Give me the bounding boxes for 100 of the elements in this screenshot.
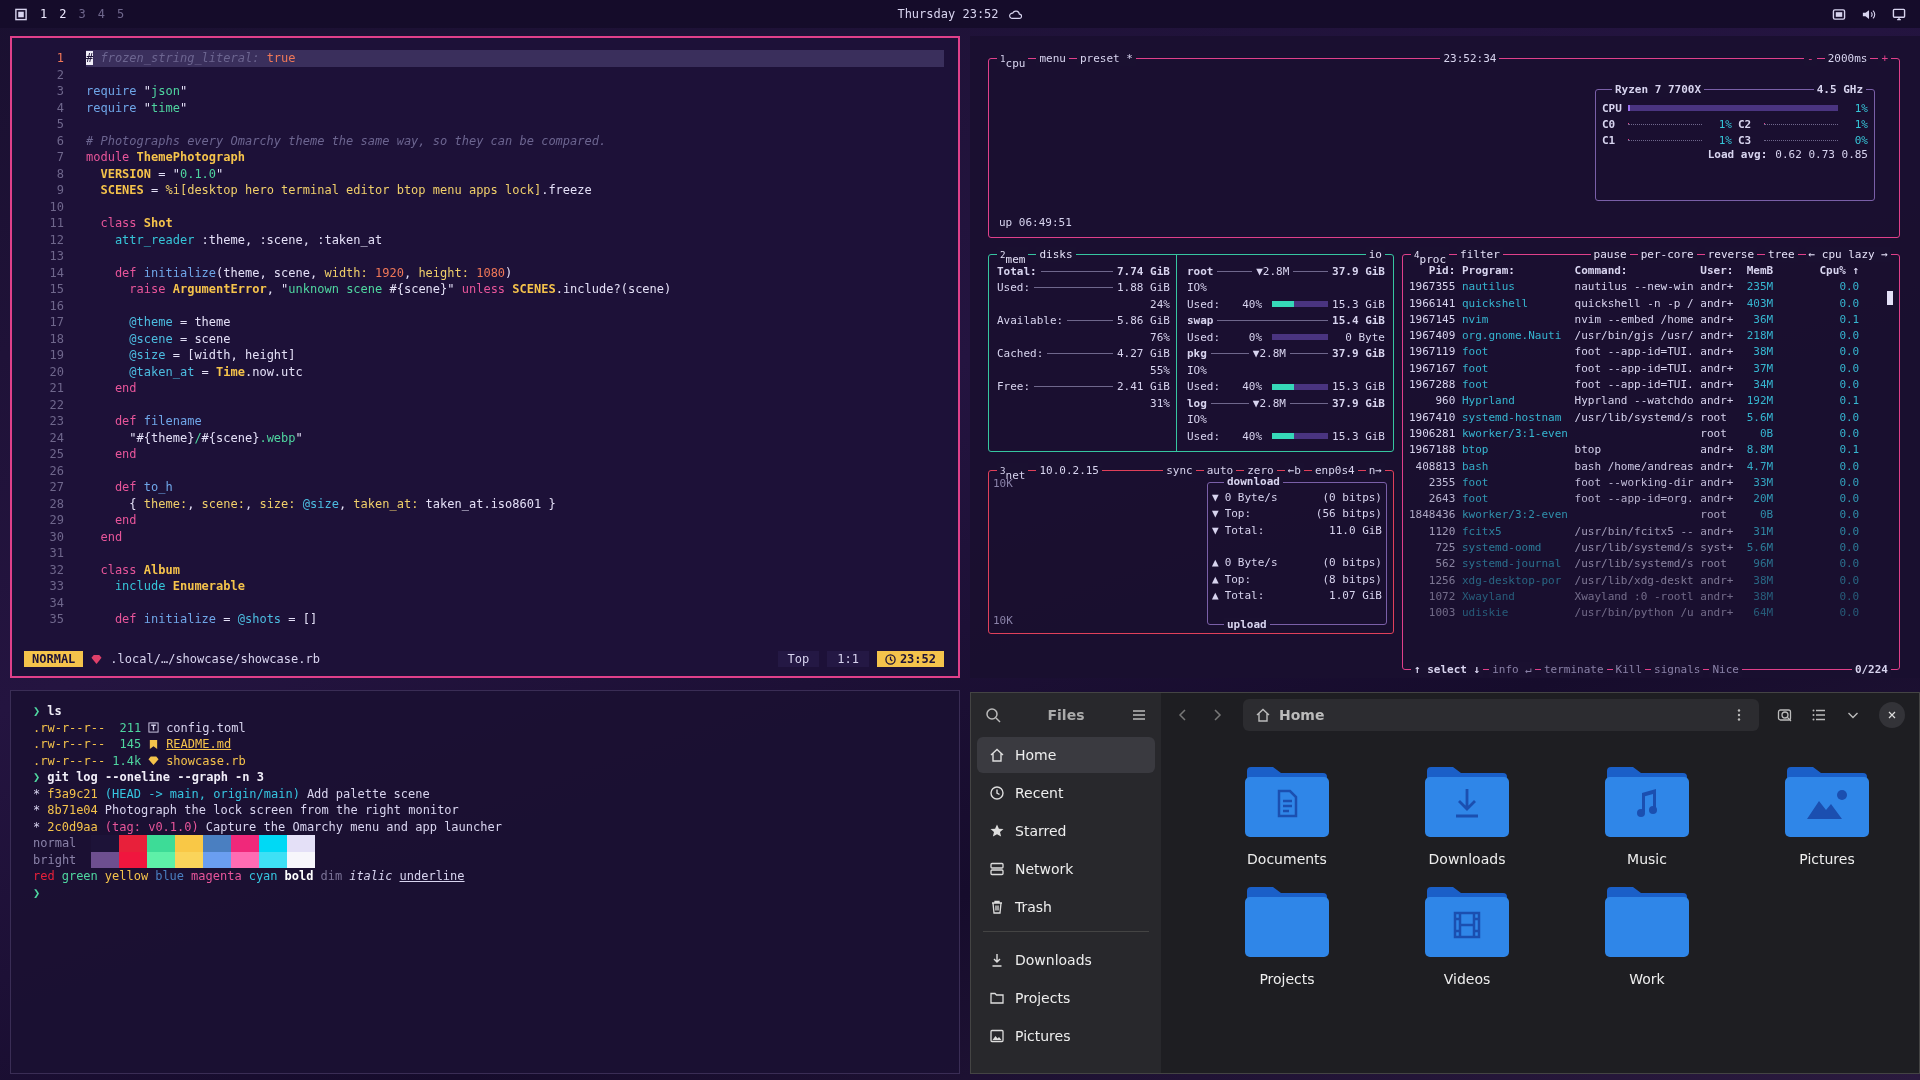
workspace-tab[interactable]: 5 <box>116 7 125 21</box>
list-view-icon[interactable] <box>1811 707 1827 723</box>
folder-item[interactable]: Pictures <box>1737 767 1917 867</box>
search-icon[interactable] <box>985 707 1001 723</box>
folder-item[interactable]: Documents <box>1197 767 1377 867</box>
table-cell-text: 0.0 <box>1838 425 1860 442</box>
commit-hash: f3a9c21 <box>47 786 98 801</box>
disk-name: swap <box>1186 314 1214 328</box>
net-value: (0 bitps) <box>1322 490 1382 504</box>
net-value: (8 bitps) <box>1322 572 1382 586</box>
line-number: 4 <box>55 99 65 116</box>
line-number: 25 <box>48 446 65 463</box>
sidebar-item[interactable]: Trash <box>977 889 1155 925</box>
file-size: 1.4k <box>112 753 142 768</box>
sidebar-item[interactable]: Home <box>977 737 1155 773</box>
workspace-tab[interactable]: 1 <box>40 7 48 21</box>
code-line: def initialize(theme, scene, width: 1920, height: 1080) <box>113 264 513 281</box>
table-cell-text: andr+ <box>1700 295 1735 312</box>
line-number: 17 <box>48 314 65 331</box>
table-cell-text: 1967145 <box>1409 311 1456 328</box>
table-cell-text: 0.0 <box>1838 344 1860 361</box>
table-cell-text: 8.8M <box>1745 442 1774 459</box>
table-cell-text: 0.0 <box>1838 507 1860 524</box>
close-button[interactable] <box>1879 702 1905 728</box>
table-cell-text: foot <box>1461 491 1490 508</box>
line-number: 13 <box>48 248 65 265</box>
sidebar-item[interactable]: Projects <box>977 980 1155 1016</box>
home-icon <box>989 747 1005 763</box>
column-header[interactable]: Cpu% ↑ <box>1773 263 1860 280</box>
panel-option[interactable]: ← cpu lazy → <box>1805 247 1891 262</box>
process-count: 0/224 <box>1851 662 1891 677</box>
folder-item[interactable]: Downloads <box>1377 767 1557 867</box>
scrollbar-thumb[interactable] <box>1887 291 1893 305</box>
style-sample: blue <box>155 869 185 884</box>
column-header[interactable]: Program: <box>1461 263 1568 280</box>
line-number: 11 <box>48 215 65 232</box>
graph-mark: * <box>33 786 41 801</box>
folder-item[interactable]: Projects <box>1197 887 1377 987</box>
menu-icon[interactable] <box>1131 707 1147 723</box>
used-label: Used: <box>1186 297 1220 311</box>
panel-tab[interactable]: preset * <box>1076 51 1136 66</box>
memory-percent: 31% <box>1150 396 1170 410</box>
monitor-icon[interactable] <box>1892 7 1906 21</box>
workspace-tab[interactable]: 4 <box>97 7 105 21</box>
workspace-tab[interactable]: 3 <box>78 7 86 21</box>
commit-hash: 8b71e04 <box>47 803 98 818</box>
sidebar-item[interactable]: Recent <box>977 775 1155 811</box>
line-number: 14 <box>48 264 65 281</box>
table-cell-text: 0.0 <box>1838 458 1860 475</box>
folder-item[interactable]: Videos <box>1377 887 1557 987</box>
folder-item[interactable]: Music <box>1557 767 1737 867</box>
launcher-icon[interactable] <box>14 7 28 21</box>
line-number: 20 <box>48 363 65 380</box>
line-number: 24 <box>48 429 65 446</box>
net-value: 11.0 GiB <box>1329 523 1382 537</box>
clock[interactable]: Thursday 23:52 <box>897 7 999 21</box>
code-line: require "time" <box>86 99 188 116</box>
workspace-tab[interactable]: 2 <box>59 7 67 21</box>
disk-usage-meter <box>1272 301 1328 308</box>
screen-icon[interactable] <box>1832 7 1846 21</box>
search-in-folder-icon[interactable] <box>1777 707 1793 723</box>
footer-action[interactable]: info ↵ <box>1489 662 1535 677</box>
table-cell-text: 2355 <box>1427 474 1456 491</box>
memory-label: Free: <box>997 380 1031 394</box>
column-header[interactable]: User: <box>1700 263 1741 280</box>
line-number: 33 <box>48 578 65 595</box>
network-icon <box>989 861 1005 877</box>
table-cell-text: 0.0 <box>1838 295 1860 312</box>
table-cell: /usr/bin/python /u <box>1574 606 1694 620</box>
table-cell-text: andr+ <box>1700 474 1735 491</box>
table-cell-text: 0.0 <box>1838 279 1860 296</box>
palette-label: normal <box>33 836 78 851</box>
table-cell-text: 0.0 <box>1838 491 1860 508</box>
column-header[interactable]: Command: <box>1574 263 1694 280</box>
net-value: (56 bitps) <box>1315 507 1382 521</box>
table-cell-text: quickshell <box>1461 295 1530 312</box>
core-reading: 1% <box>1717 133 1732 147</box>
memory-value: 4.27 GiB <box>1116 347 1170 361</box>
sidebar-item[interactable]: Downloads <box>977 942 1155 978</box>
sidebar-item[interactable]: Pictures <box>977 1018 1155 1054</box>
table-cell-text: org.gnome.Nauti <box>1461 328 1563 345</box>
sidebar-item[interactable]: Starred <box>977 813 1155 849</box>
line-number: 35 <box>48 611 65 628</box>
disk-size: 37.9 GiB <box>1332 396 1385 410</box>
volume-icon[interactable] <box>1862 7 1876 21</box>
file-permissions: .rw-r--r-- <box>33 753 106 768</box>
footer-action[interactable]: signals <box>1651 662 1704 677</box>
panel-option[interactable]: enp0s4 <box>1312 463 1358 478</box>
column-header[interactable]: MemB <box>1740 263 1774 280</box>
folder-item[interactable]: Work <box>1557 887 1737 987</box>
table-cell-text: 1120 <box>1427 523 1456 540</box>
code-line: VERSION = "0.1.0" <box>99 165 224 182</box>
path-bar[interactable]: Home <box>1243 699 1759 731</box>
core-reading: 1% <box>1853 117 1868 131</box>
sidebar-item[interactable]: Network <box>977 851 1155 887</box>
disk-usage-meter <box>1272 433 1328 440</box>
table-cell-text: 31M <box>1752 523 1774 540</box>
style-sample: red <box>33 869 55 884</box>
commit-refs: (HEAD -> main, origin/main) <box>104 786 300 801</box>
cpu-model: Ryzen 7 7700X <box>1612 82 1705 97</box>
